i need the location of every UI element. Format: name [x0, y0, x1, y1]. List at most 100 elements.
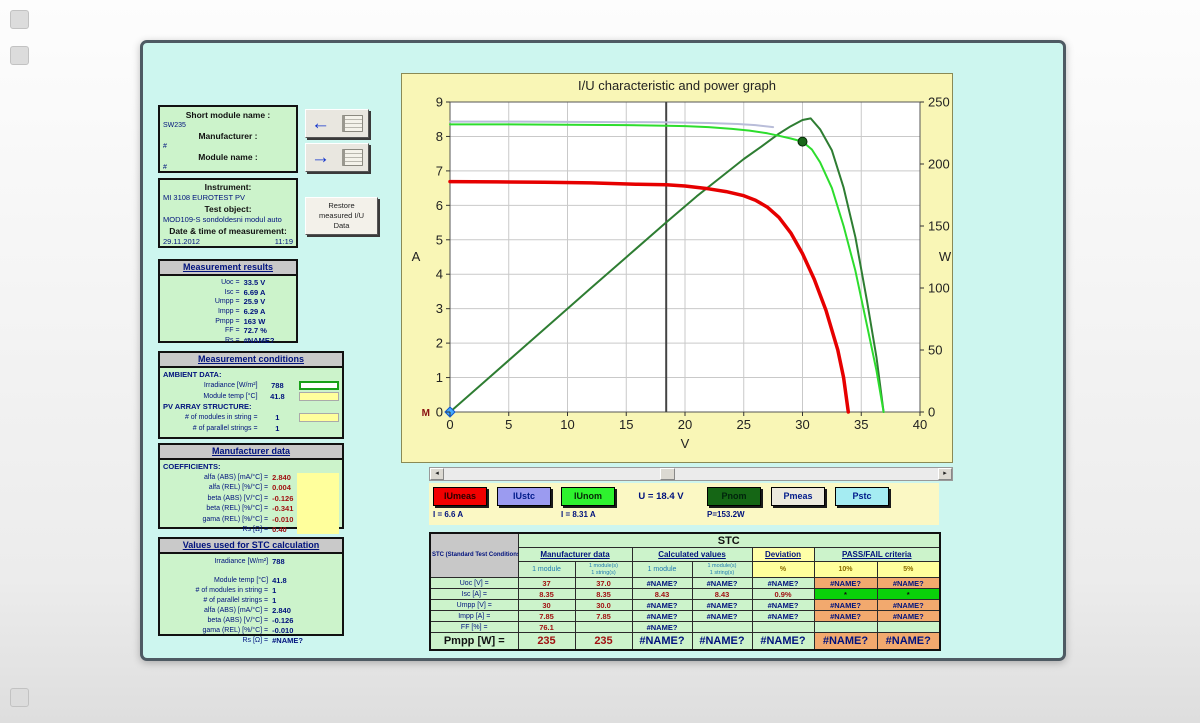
row-label: Irradiance [W/m²] [163, 382, 262, 389]
row-value: 1 [262, 424, 294, 433]
row-label: Rs [Ω] = [163, 526, 272, 533]
row-value: 1 [262, 413, 294, 422]
stc-row-label: Isc [A] = [430, 589, 518, 600]
left-axis-tick: 4 [436, 267, 443, 282]
prev-module-button[interactable]: ← [305, 109, 369, 138]
row-value: 41.8 [272, 576, 287, 585]
pnom-button[interactable]: Pnom [707, 487, 761, 506]
module-name-label: Module name : [163, 151, 293, 164]
iunom-button[interactable]: IUnom [561, 487, 615, 506]
data-row: Irradiance [W/m²]788 [163, 380, 339, 391]
stc-cell: #NAME? [752, 611, 814, 622]
x-axis-tick: 35 [854, 417, 868, 432]
module-name-value[interactable]: # [163, 164, 293, 172]
scrollbar-right-arrow[interactable]: ▸ [938, 468, 952, 480]
stc-row-label: Impp [A] = [430, 611, 518, 622]
instrument-label: Instrument: [163, 181, 293, 193]
subheader: 1 module(s) 1 string(s) [575, 562, 632, 578]
data-row: # of modules in string =1 [163, 412, 339, 423]
next-module-button[interactable]: → [305, 143, 369, 172]
control-pnom: PnomP=153.2W [707, 487, 761, 519]
input-cell[interactable] [299, 392, 339, 401]
datetime-label: Date & time of measurement: [163, 225, 293, 237]
row-value: 0.40 [272, 525, 287, 534]
iu-chart-panel: I/U characteristic and power graph 01234… [401, 73, 953, 463]
subheader: 1 module(s) 1 string(s) [692, 562, 752, 578]
row-value: 41.8 [262, 392, 294, 401]
selected-cell[interactable] [299, 381, 339, 390]
row-value: 2.840 [272, 473, 291, 482]
stc-cell: 8.35 [575, 589, 632, 600]
data-row: Umpp =25.9 V [163, 297, 293, 307]
row-label: Irradiance [W/m²] [163, 558, 272, 565]
stc-cell: * [814, 589, 877, 600]
stc-cell: #NAME? [692, 600, 752, 611]
row-label: Impp = [163, 308, 244, 315]
short-module-name-label: Short module name : [163, 109, 293, 122]
stc-cell [575, 622, 632, 633]
iumeas-value: I = 6.6 A [433, 510, 463, 519]
stc-cell: 8.35 [518, 589, 575, 600]
row-value: -0.126 [272, 494, 293, 503]
page-artifact-square [10, 46, 29, 65]
row-label: Module temp [°C] [163, 393, 262, 400]
data-row: # of parallel strings =1 [163, 423, 339, 434]
row-label: Umpp = [163, 298, 244, 305]
left-axis-tick: 6 [436, 198, 443, 213]
row-label: Rs = [163, 337, 244, 344]
measurement-results-panel: Measurement results Uoc =33.5 VIsc =6.69… [158, 259, 298, 343]
scrollbar-left-arrow[interactable]: ◂ [430, 468, 444, 480]
stc-values-panel: Values used for STC calculation Irradian… [158, 537, 344, 636]
manufacturer-label: Manufacturer : [163, 130, 293, 143]
control-pmeas: Pmeas [771, 487, 825, 506]
stc-cell: #NAME? [692, 611, 752, 622]
scrollbar-thumb[interactable] [660, 468, 675, 480]
row-value: -0.010 [272, 626, 293, 635]
section-label: PV ARRAY STRUCTURE: [163, 402, 339, 412]
stc-table-title: STC [518, 533, 940, 548]
module-nav: ← → [305, 109, 375, 177]
measurement-results-title: Measurement results [160, 261, 296, 276]
group-header: PASS/FAIL criteria [814, 548, 940, 562]
stc-cell: 235 [518, 633, 575, 651]
row-label: # of modules in string = [163, 587, 272, 594]
left-axis-tick: 2 [436, 336, 443, 351]
restore-measured-data-button[interactable]: Restore measured I/U Data [305, 197, 378, 235]
pmeas-button[interactable]: Pmeas [771, 487, 825, 506]
data-row: gama (REL) [%/°C] =-0.010 [163, 625, 339, 635]
cursor-voltage-readout: U = 18.4 V [625, 487, 697, 506]
data-row: Irradiance [W/m²]788 [163, 556, 339, 566]
pstc-button[interactable]: Pstc [835, 487, 889, 506]
row-value: 788 [262, 381, 294, 390]
x-axis-tick: 15 [619, 417, 633, 432]
manufacturer-value[interactable]: # [163, 143, 293, 151]
x-axis-tick: 30 [795, 417, 809, 432]
chart-title: I/U characteristic and power graph [402, 74, 952, 96]
short-module-name-value[interactable]: SW235 [163, 122, 293, 130]
page-artifact-square [10, 10, 29, 29]
left-axis-label: A [412, 249, 421, 264]
data-row: # of parallel strings =1 [163, 595, 339, 605]
iustc-button[interactable]: IUstc [497, 487, 551, 506]
data-row: # of modules in string =1 [163, 585, 339, 595]
row-value: 25.9 V [244, 297, 266, 306]
right-axis-tick: 200 [928, 157, 950, 172]
measurement-conditions-title: Measurement conditions [160, 353, 342, 368]
cursor-scrollbar[interactable]: ◂ ▸ [429, 467, 953, 481]
stc-table: STC (Standard Test Conditions): Irradian… [429, 532, 941, 651]
stc-cell: #NAME? [752, 600, 814, 611]
module-info-panel: Short module name : SW235 Manufacturer :… [158, 105, 298, 173]
stc-cell: #NAME? [632, 600, 692, 611]
subheader: 10% [814, 562, 877, 578]
row-label: beta (ABS) [V/°C] = [163, 617, 272, 624]
coefficients-section-label: COEFFICIENTS: [163, 462, 339, 472]
row-value: 1 [272, 596, 276, 605]
stc-row-label: FF [%] = [430, 622, 518, 633]
coefficient-input-cells[interactable] [297, 473, 339, 534]
row-label: beta (ABS) [V/°C] = [163, 495, 272, 502]
row-label: gama (REL) [%/°C] = [163, 516, 272, 523]
data-row: Module temp [°C]41.8 [163, 575, 339, 585]
iumeas-button[interactable]: IUmeas [433, 487, 487, 506]
input-cell[interactable] [299, 413, 339, 422]
row-value: -0.126 [272, 616, 293, 625]
